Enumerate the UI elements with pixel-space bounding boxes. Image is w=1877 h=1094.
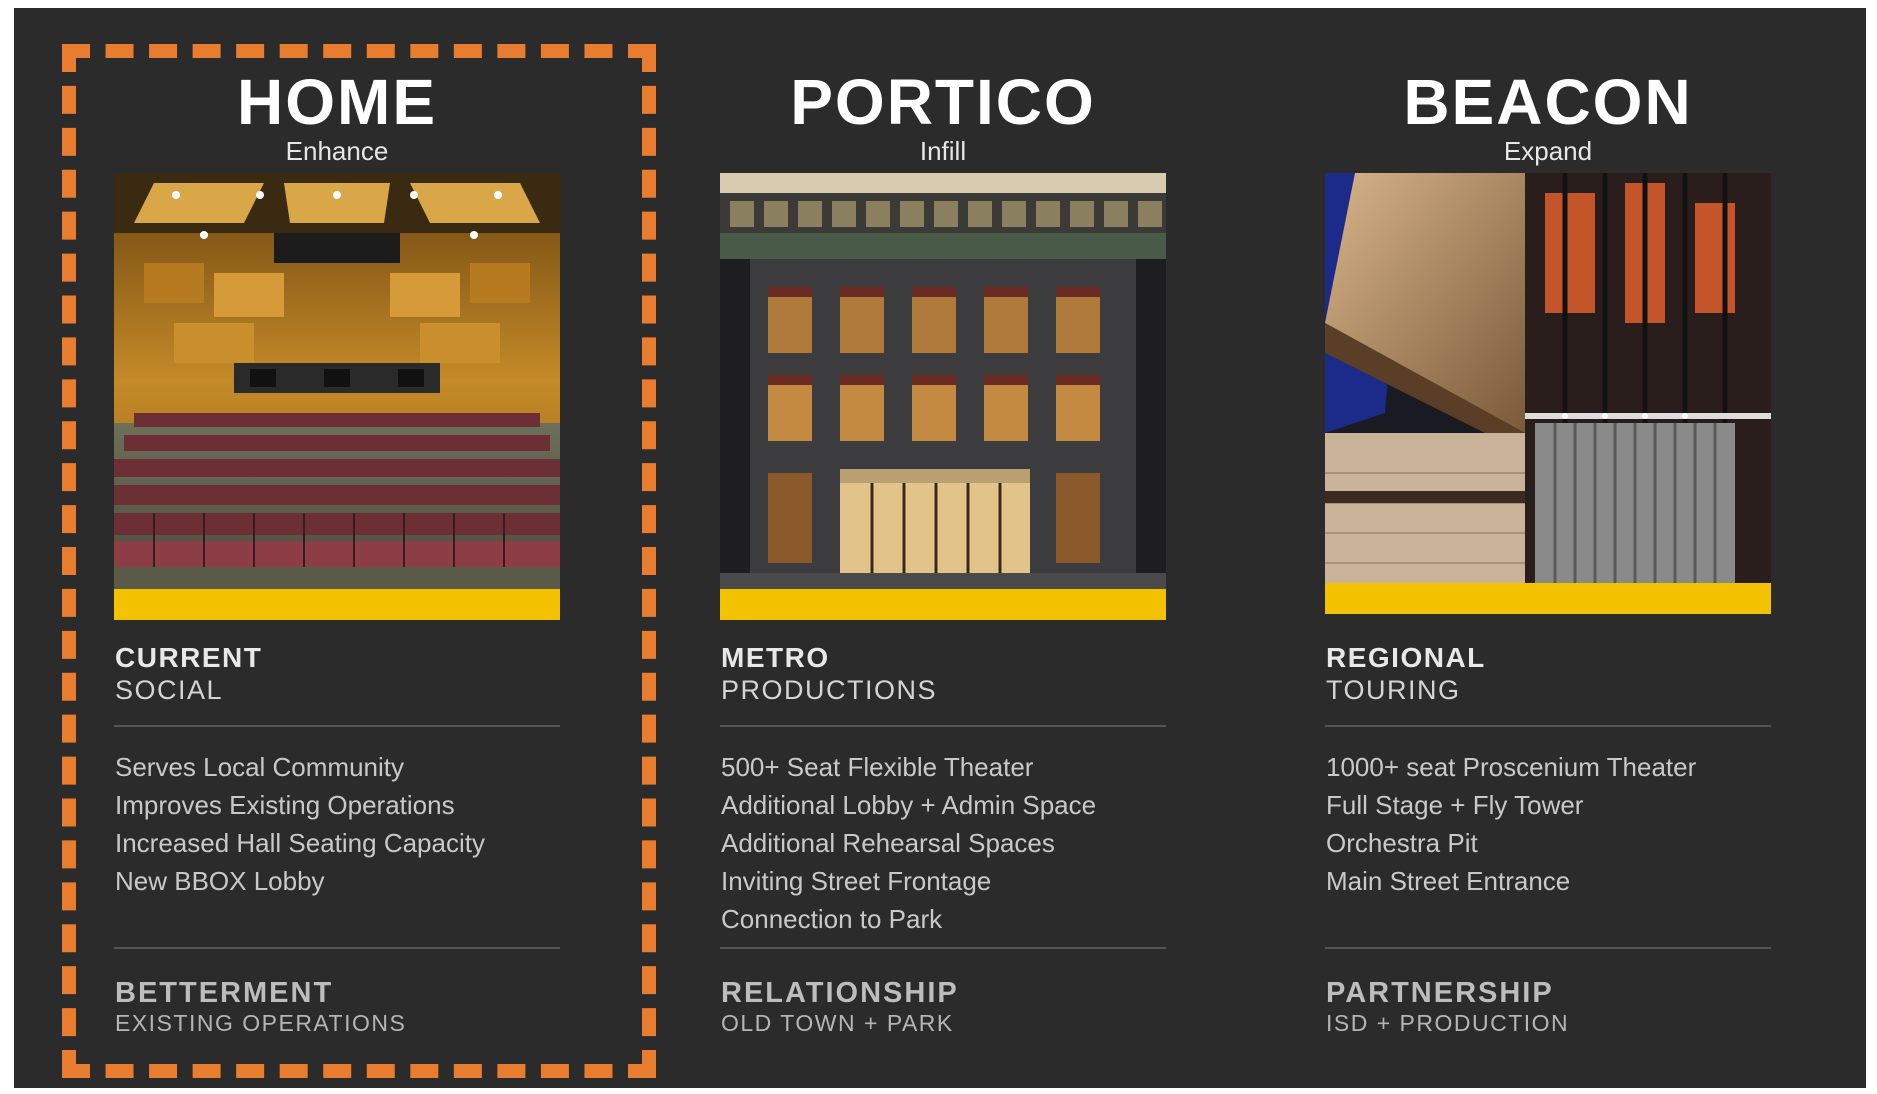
category-secondary: PRODUCTIONS [721, 675, 938, 705]
list-item: Serves Local Community [115, 752, 404, 782]
feature-list: 1000+ seat Proscenium Theater Full Stage… [1326, 748, 1696, 900]
column-title: BEACON [1403, 66, 1693, 138]
slide-frame: HOME Enhance CURRENT SOCIAL Serves Local… [14, 8, 1866, 1088]
footer-secondary: OLD TOWN + PARK [721, 1010, 954, 1036]
auditorium-photo [114, 173, 560, 589]
footer-primary: RELATIONSHIP [721, 977, 959, 1009]
list-item: Main Street Entrance [1326, 866, 1571, 896]
divider [720, 725, 1166, 727]
category-secondary: SOCIAL [115, 675, 224, 705]
accent-bar [1325, 583, 1771, 614]
column-beacon: BEACON Expand REGIONAL TOURING 1000+ sea… [1325, 8, 1771, 1088]
column-subtitle: Enhance [285, 136, 389, 166]
fly-tower-stage-photo [1325, 173, 1771, 583]
divider [720, 947, 1166, 949]
column-portico: PORTICO Infill METRO PRODUCTIONS 500+ Se… [720, 8, 1166, 1088]
building-facade-photo [720, 173, 1166, 589]
divider [1325, 947, 1771, 949]
feature-list: 500+ Seat Flexible Theater Additional Lo… [721, 748, 1096, 938]
divider [1325, 725, 1771, 727]
footer-primary: PARTNERSHIP [1326, 977, 1554, 1009]
footer-secondary: EXISTING OPERATIONS [115, 1010, 407, 1036]
column-title: HOME [237, 66, 437, 138]
footer-secondary: ISD + PRODUCTION [1326, 1010, 1570, 1036]
divider [114, 947, 560, 949]
column-subtitle: Expand [1503, 136, 1593, 166]
footer-primary: BETTERMENT [115, 977, 334, 1009]
list-item: Improves Existing Operations [115, 790, 455, 820]
accent-bar [720, 589, 1166, 620]
category-primary: METRO [721, 642, 830, 673]
column-home: HOME Enhance CURRENT SOCIAL Serves Local… [114, 8, 560, 1088]
column-title: PORTICO [790, 66, 1096, 138]
divider [114, 725, 560, 727]
accent-bar [114, 589, 560, 620]
list-item: New BBOX Lobby [115, 866, 325, 896]
category-secondary: TOURING [1326, 675, 1461, 705]
list-item: Orchestra Pit [1326, 828, 1478, 858]
list-item: 500+ Seat Flexible Theater [721, 752, 1034, 782]
list-item: Inviting Street Frontage [721, 866, 992, 896]
list-item: Additional Lobby + Admin Space [721, 790, 1097, 820]
list-item: 1000+ seat Proscenium Theater [1326, 752, 1697, 782]
list-item: Full Stage + Fly Tower [1326, 790, 1584, 820]
category-primary: REGIONAL [1326, 642, 1486, 673]
category-primary: CURRENT [115, 642, 263, 673]
list-item: Increased Hall Seating Capacity [115, 828, 485, 858]
column-subtitle: Infill [919, 136, 967, 166]
feature-list: Serves Local Community Improves Existing… [115, 748, 485, 900]
list-item: Additional Rehearsal Spaces [721, 828, 1055, 858]
list-item: Connection to Park [721, 904, 943, 934]
